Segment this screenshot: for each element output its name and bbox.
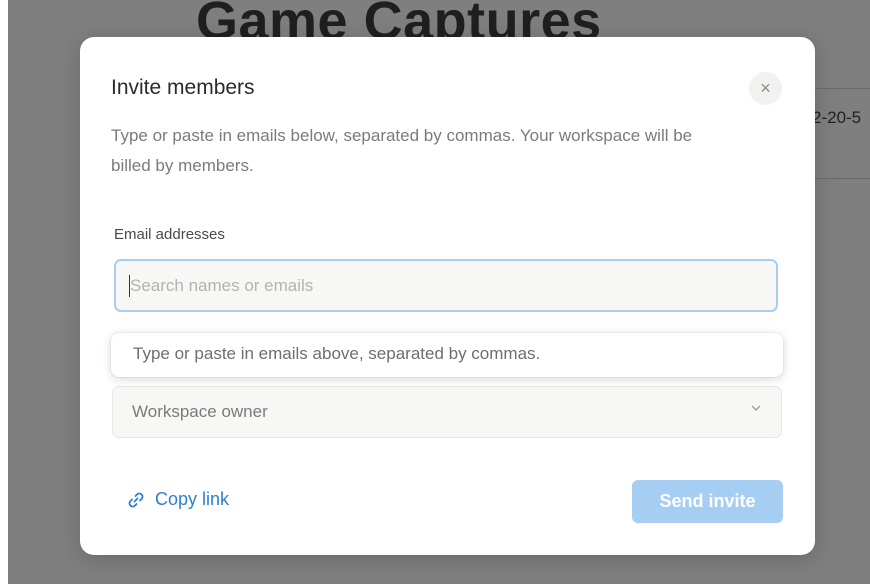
copy-link-label: Copy link xyxy=(155,489,230,509)
dialog-description: Type or paste in emails below, separated… xyxy=(111,126,693,175)
chevron-down-icon xyxy=(749,401,763,418)
copy-link-button[interactable]: Copy link xyxy=(126,489,229,510)
role-select-value: Workspace owner xyxy=(132,402,268,421)
date-text: 2-20-5 xyxy=(812,108,862,127)
email-search-input[interactable] xyxy=(114,259,778,312)
close-icon: × xyxy=(760,78,771,98)
invite-members-dialog: Invite members × Type or paste in emails… xyxy=(80,37,815,555)
divider xyxy=(812,178,870,179)
close-button[interactable]: × xyxy=(749,72,782,105)
text-caret xyxy=(129,275,130,297)
email-addresses-label: Email addresses xyxy=(114,226,225,243)
page-edge xyxy=(0,0,8,584)
divider xyxy=(812,88,870,89)
dialog-title: Invite members xyxy=(111,76,255,99)
send-invite-button[interactable]: Send invite xyxy=(632,480,783,523)
email-hint-tooltip: Type or paste in emails above, separated… xyxy=(111,333,783,377)
link-icon xyxy=(126,490,146,510)
role-select[interactable]: Workspace owner xyxy=(112,386,782,438)
